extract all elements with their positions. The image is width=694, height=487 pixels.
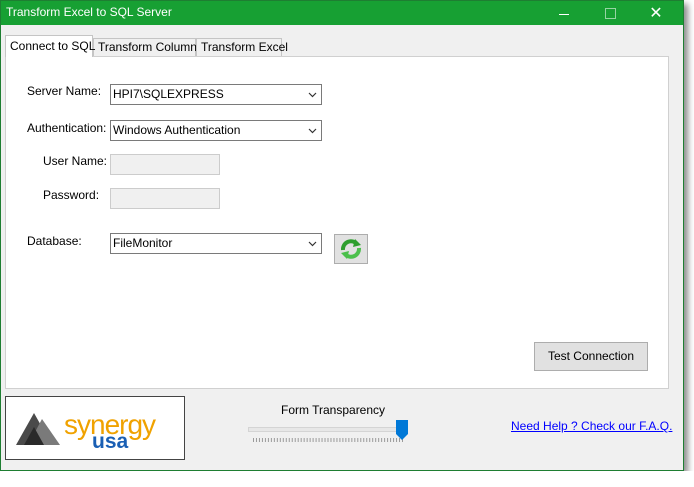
transparency-slider-thumb[interactable] (396, 420, 408, 440)
chevron-down-icon (308, 128, 317, 134)
tab-transform-excel[interactable]: Transform Excel (196, 38, 288, 56)
refresh-icon (341, 239, 361, 259)
transparency-slider-ticks (253, 438, 403, 442)
server-name-combo[interactable]: HPI7\SQLEXPRESS (110, 84, 322, 105)
close-button[interactable]: ✕ (633, 1, 679, 25)
close-icon: ✕ (649, 5, 663, 22)
test-connection-button[interactable]: Test Connection (534, 342, 648, 371)
transparency-slider-track[interactable] (248, 427, 406, 432)
synergy-usa-logo: synergy usa (5, 396, 185, 460)
authentication-value: Windows Authentication (113, 123, 241, 137)
database-label: Database: (27, 234, 82, 248)
database-combo[interactable]: FileMonitor (110, 233, 322, 254)
chevron-down-icon (308, 241, 317, 247)
background-area (0, 471, 694, 487)
logo-text-usa: usa (92, 430, 129, 453)
refresh-databases-button[interactable] (334, 234, 368, 264)
maximize-icon (604, 7, 616, 19)
chevron-down-icon (308, 92, 317, 98)
authentication-combo[interactable]: Windows Authentication (110, 120, 322, 141)
server-name-value: HPI7\SQLEXPRESS (113, 87, 224, 101)
maximize-button[interactable] (587, 1, 633, 25)
logo-mark-icon (16, 413, 60, 445)
password-field[interactable] (110, 188, 220, 209)
database-value: FileMonitor (113, 236, 173, 250)
help-faq-link[interactable]: Need Help ? Check our F.A.Q. (511, 419, 672, 433)
password-label: Password: (43, 188, 100, 202)
user-name-label: User Name: (43, 154, 108, 168)
tab-transform-columns[interactable]: Transform Columns (93, 38, 203, 56)
form-transparency-label: Form Transparency (281, 403, 386, 417)
authentication-label: Authentication: (27, 121, 107, 135)
user-name-field[interactable] (110, 154, 220, 175)
connect-panel: Server Name: HPI7\SQLEXPRESS Authenticat… (5, 56, 669, 389)
title-bar[interactable]: Transform Excel to SQL Server ✕ (1, 1, 683, 25)
server-name-label: Server Name: (27, 84, 102, 98)
minimize-button[interactable] (541, 1, 587, 25)
app-window: Transform Excel to SQL Server ✕ Connect … (0, 0, 684, 471)
minimize-icon (559, 13, 569, 15)
tab-connect-to-sql[interactable]: Connect to SQL (5, 35, 95, 57)
window-title: Transform Excel to SQL Server (6, 5, 172, 19)
